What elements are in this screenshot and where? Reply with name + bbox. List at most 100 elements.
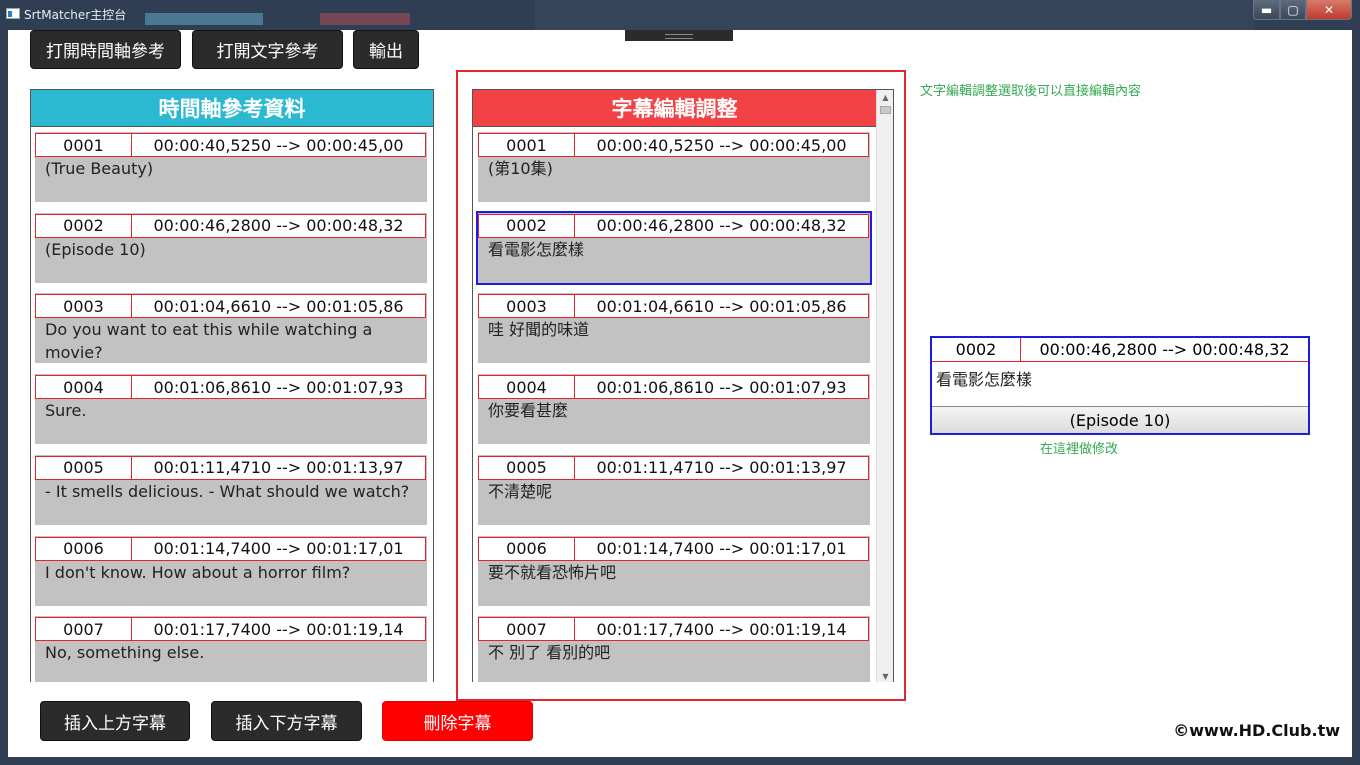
entry-timecode: 00:01:17,7400 --> 00:01:19,14 xyxy=(153,619,404,639)
subtitle-entry[interactable]: 0007 00:01:17,7400 --> 00:01:19,14 不 別了 看別… xyxy=(478,616,870,682)
insert-below-button[interactable]: 插入下方字幕 xyxy=(211,701,362,741)
subtitle-detail-editor: 0002 00:00:46,2800 --> 00:00:48,32 看電影怎麼… xyxy=(930,336,1310,435)
export-button[interactable]: 輸出 xyxy=(353,30,419,69)
insert-above-button[interactable]: 插入上方字幕 xyxy=(40,701,190,741)
entry-number: 0002 xyxy=(36,214,132,237)
entry-text: 不清楚呢 xyxy=(488,481,553,501)
entry-number: 0005 xyxy=(479,456,575,479)
entry-header: 0002 00:00:46,2800 --> 00:00:48,32 xyxy=(478,213,869,238)
maximize-icon: ▢ xyxy=(1287,2,1299,17)
entry-text: 看電影怎麼樣 xyxy=(488,239,585,259)
close-button[interactable]: ✕ xyxy=(1306,0,1352,20)
entry-timecode: 00:00:46,2800 --> 00:00:48,32 xyxy=(596,216,847,236)
modify-here-label: 在這裡做修改 xyxy=(1040,442,1119,457)
subtitle-entry[interactable]: 0006 00:01:14,7400 --> 00:01:17,01 I don't… xyxy=(35,535,427,606)
detail-number: 0002 xyxy=(932,338,1021,361)
entry-text: I don't know. How about a horror film? xyxy=(45,562,351,582)
entry-text: 哇 好聞的味道 xyxy=(488,320,590,340)
subtitle-entry[interactable]: 0004 00:01:06,8610 --> 00:01:07,93 你要看甚麼 xyxy=(478,374,870,445)
window-controls: ▬ ▢ ✕ xyxy=(1253,0,1352,20)
entry-timecode: 00:01:17,7400 --> 00:01:19,14 xyxy=(596,619,847,639)
entry-number: 0006 xyxy=(479,537,575,560)
entry-number: 0001 xyxy=(36,134,132,156)
entry-header: 0007 00:01:17,7400 --> 00:01:19,14 xyxy=(35,617,426,642)
scroll-thumb[interactable] xyxy=(880,106,891,114)
drag-handle[interactable] xyxy=(625,30,733,41)
entry-header: 0006 00:01:14,7400 --> 00:01:17,01 xyxy=(478,536,869,561)
subtitle-entry[interactable]: 0003 00:01:04,6610 --> 00:01:05,86 Do you … xyxy=(35,293,427,364)
subtitle-entry[interactable]: 0004 00:01:06,8610 --> 00:01:07,93 Sure. xyxy=(35,374,427,445)
app-icon xyxy=(6,8,20,19)
subtitle-entry[interactable]: 0006 00:01:14,7400 --> 00:01:17,01 要不就看恐怖片… xyxy=(478,535,870,606)
entry-text: 不 別了 看別的吧 xyxy=(488,643,611,663)
detail-reference-text: (Episode 10) xyxy=(932,406,1308,433)
background-window-blur xyxy=(320,13,410,25)
subtitle-entry[interactable]: 0001 00:00:40,5250 --> 00:00:45,00 (第10集) xyxy=(478,132,870,202)
entry-number: 0004 xyxy=(479,376,575,399)
entry-timecode: 00:01:14,7400 --> 00:01:17,01 xyxy=(596,539,847,558)
scroll-down-icon[interactable]: ▼ xyxy=(877,669,893,682)
entry-number: 0007 xyxy=(479,618,575,641)
entry-timecode: 00:01:06,8610 --> 00:01:07,93 xyxy=(596,377,847,397)
maximize-button[interactable]: ▢ xyxy=(1280,0,1306,20)
background-window-blur xyxy=(535,0,1255,30)
edit-list-scrollbar[interactable]: ▲ ▼ xyxy=(876,90,893,682)
delete-subtitle-button[interactable]: 刪除字幕 xyxy=(382,701,533,741)
entry-number: 0001 xyxy=(479,134,575,156)
title-bar: SrtMatcher主控台 ▬ ▢ ✕ xyxy=(0,0,1360,30)
detail-header: 0002 00:00:46,2800 --> 00:00:48,32 xyxy=(932,338,1308,362)
entry-header: 0003 00:01:04,6610 --> 00:01:05,86 xyxy=(478,294,869,319)
minimize-button[interactable]: ▬ xyxy=(1253,0,1280,20)
entry-number: 0006 xyxy=(36,537,132,560)
subtitle-entry[interactable]: 0002 00:00:46,2800 --> 00:00:48,32 看電影怎麼樣 xyxy=(476,210,872,285)
timeline-reference-title: 時間軸參考資料 xyxy=(31,90,433,127)
entry-timecode: 00:01:11,4710 --> 00:01:13,97 xyxy=(153,458,404,478)
entry-timecode: 00:01:04,6610 --> 00:01:05,86 xyxy=(153,296,404,316)
entry-text: 你要看甚麼 xyxy=(488,401,569,421)
entry-timecode: 00:01:11,4710 --> 00:01:13,97 xyxy=(596,458,847,478)
timeline-reference-panel: 時間軸參考資料 0001 00:00:40,5250 --> 00:00:45,0… xyxy=(30,89,434,682)
subtitle-entry[interactable]: 0007 00:01:17,7400 --> 00:01:19,14 No, som… xyxy=(35,616,427,682)
entry-header: 0005 00:01:11,4710 --> 00:01:13,97 xyxy=(35,455,426,480)
entry-text: 要不就看恐怖片吧 xyxy=(488,562,617,582)
subtitle-entry[interactable]: 0005 00:01:11,4710 --> 00:01:13,97 不清楚呢 xyxy=(478,454,870,525)
subtitle-edit-panel: 字幕編輯調整 0001 00:00:40,5250 --> 00:00:45,00… xyxy=(472,89,894,682)
detail-text-editor[interactable]: 看電影怎麼樣 xyxy=(936,366,1032,390)
subtitle-entry[interactable]: 0001 00:00:40,5250 --> 00:00:45,00 (True B… xyxy=(35,132,427,202)
window-frame xyxy=(1352,30,1360,765)
entry-number: 0003 xyxy=(479,295,575,318)
entry-header: 0003 00:01:04,6610 --> 00:01:05,86 xyxy=(35,294,426,319)
entry-header: 0005 00:01:11,4710 --> 00:01:13,97 xyxy=(478,455,869,480)
window-frame xyxy=(0,30,8,765)
detail-timecode[interactable]: 00:00:46,2800 --> 00:00:48,32 xyxy=(1021,338,1308,361)
open-text-reference-button[interactable]: 打開文字參考 xyxy=(192,30,343,69)
entry-header: 0004 00:01:06,8610 --> 00:01:07,93 xyxy=(478,375,869,400)
entry-number: 0007 xyxy=(36,618,132,641)
entry-header: 0002 00:00:46,2800 --> 00:00:48,32 xyxy=(35,213,426,238)
entry-text: Do you want to eat this while watching a… xyxy=(45,320,373,363)
entry-timecode: 00:01:04,6610 --> 00:01:05,86 xyxy=(596,296,847,316)
scroll-up-icon[interactable]: ▲ xyxy=(877,90,893,104)
entry-header: 0007 00:01:17,7400 --> 00:01:19,14 xyxy=(478,617,869,642)
entry-timecode: 00:01:14,7400 --> 00:01:17,01 xyxy=(153,539,404,558)
entry-text: (True Beauty) xyxy=(45,159,154,178)
edit-hint-label: 文字編輯調整選取後可以直接編輯內容 xyxy=(920,84,1142,99)
entry-text: Sure. xyxy=(45,401,87,421)
entry-text: (第10集) xyxy=(488,159,553,178)
subtitle-entry[interactable]: 0002 00:00:46,2800 --> 00:00:48,32 (Episod… xyxy=(35,212,427,283)
close-icon: ✕ xyxy=(1323,2,1335,17)
entry-header: 0004 00:01:06,8610 --> 00:01:07,93 xyxy=(35,375,426,400)
entry-number: 0002 xyxy=(479,214,575,237)
subtitle-entry[interactable]: 0005 00:01:11,4710 --> 00:01:13,97 - It sm… xyxy=(35,454,427,525)
entry-timecode: 00:00:40,5250 --> 00:00:45,00 xyxy=(153,135,404,155)
background-window-blur xyxy=(145,13,263,25)
entry-text: No, something else. xyxy=(45,643,205,663)
subtitle-entry[interactable]: 0003 00:01:04,6610 --> 00:01:05,86 哇 好聞的味道 xyxy=(478,293,870,364)
entry-timecode: 00:00:40,5250 --> 00:00:45,00 xyxy=(596,135,847,155)
window-frame xyxy=(0,757,1360,765)
subtitle-edit-title: 字幕編輯調整 xyxy=(473,90,876,127)
minimize-icon: ▬ xyxy=(1260,2,1273,17)
entry-number: 0005 xyxy=(36,456,132,479)
open-timeline-reference-button[interactable]: 打開時間軸參考 xyxy=(30,30,181,69)
watermark: ©www.HD.Club.tw xyxy=(1173,721,1340,740)
